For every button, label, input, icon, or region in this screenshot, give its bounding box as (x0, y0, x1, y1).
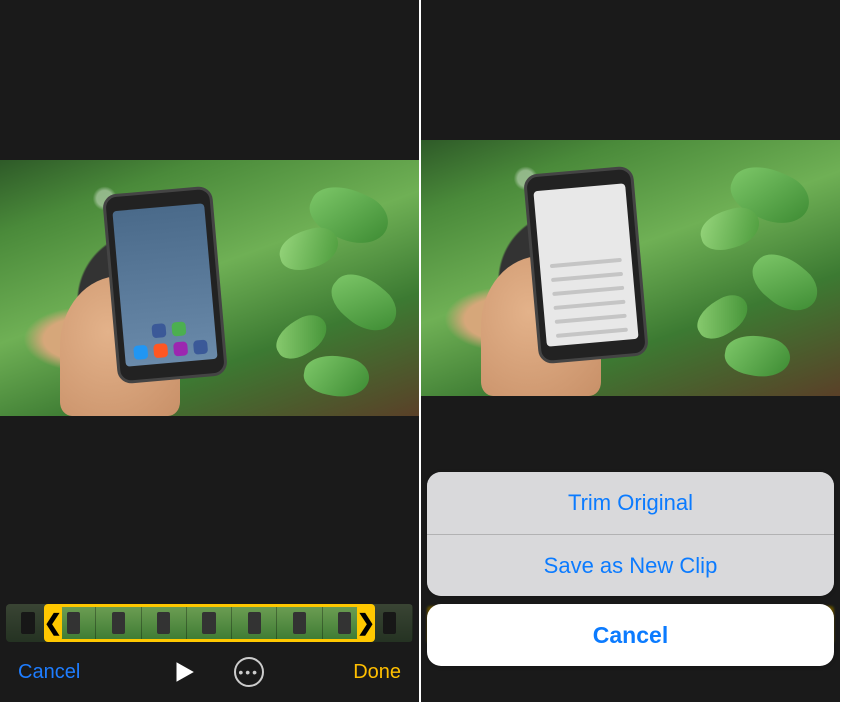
foliage-decoration (323, 263, 406, 342)
option-label: Save as New Clip (544, 553, 718, 579)
foliage-decoration (744, 243, 827, 322)
timeline-frame[interactable] (96, 604, 141, 642)
cancel-label: Cancel (593, 622, 668, 649)
action-sheet: Trim Original Save as New Clip Cancel (421, 472, 840, 702)
phone-in-video (523, 166, 649, 365)
done-label: Done (353, 661, 401, 683)
foliage-decoration (722, 331, 793, 382)
timeline-frame[interactable] (277, 604, 322, 642)
video-preview[interactable] (0, 160, 419, 416)
trim-handle-end[interactable]: ❯ (357, 604, 375, 642)
chevron-left-icon: ❮ (44, 610, 62, 636)
timeline-frames[interactable]: ❮ ❯ (6, 604, 413, 642)
chevron-right-icon: ❯ (357, 610, 375, 636)
timeline-frame[interactable] (187, 604, 232, 642)
trim-handle-start[interactable]: ❮ (44, 604, 62, 642)
done-button[interactable]: Done (353, 661, 401, 684)
option-label: Trim Original (568, 490, 693, 516)
toolbar-center: ••• (170, 657, 264, 687)
play-button[interactable] (170, 659, 196, 685)
video-preview (421, 140, 840, 396)
trim-original-option[interactable]: Trim Original (427, 472, 834, 534)
timeline-frame[interactable] (232, 604, 277, 642)
timeline-frame[interactable] (142, 604, 187, 642)
cancel-button[interactable]: Cancel (427, 604, 834, 666)
more-button[interactable]: ••• (234, 657, 264, 687)
foliage-decoration (301, 351, 372, 402)
trim-save-sheet-screen: Trim Original Save as New Clip Cancel (421, 0, 842, 702)
trim-editor-screen: ❮ ❯ Cancel ••• Done (0, 0, 421, 702)
phone-in-video (102, 186, 228, 385)
trim-timeline[interactable]: ❮ ❯ (0, 602, 419, 644)
editor-toolbar: Cancel ••• Done (0, 650, 419, 694)
action-sheet-options: Trim Original Save as New Clip (427, 472, 834, 596)
cancel-label: Cancel (18, 661, 80, 683)
cancel-button[interactable]: Cancel (18, 661, 80, 684)
save-as-new-clip-option[interactable]: Save as New Clip (427, 534, 834, 596)
